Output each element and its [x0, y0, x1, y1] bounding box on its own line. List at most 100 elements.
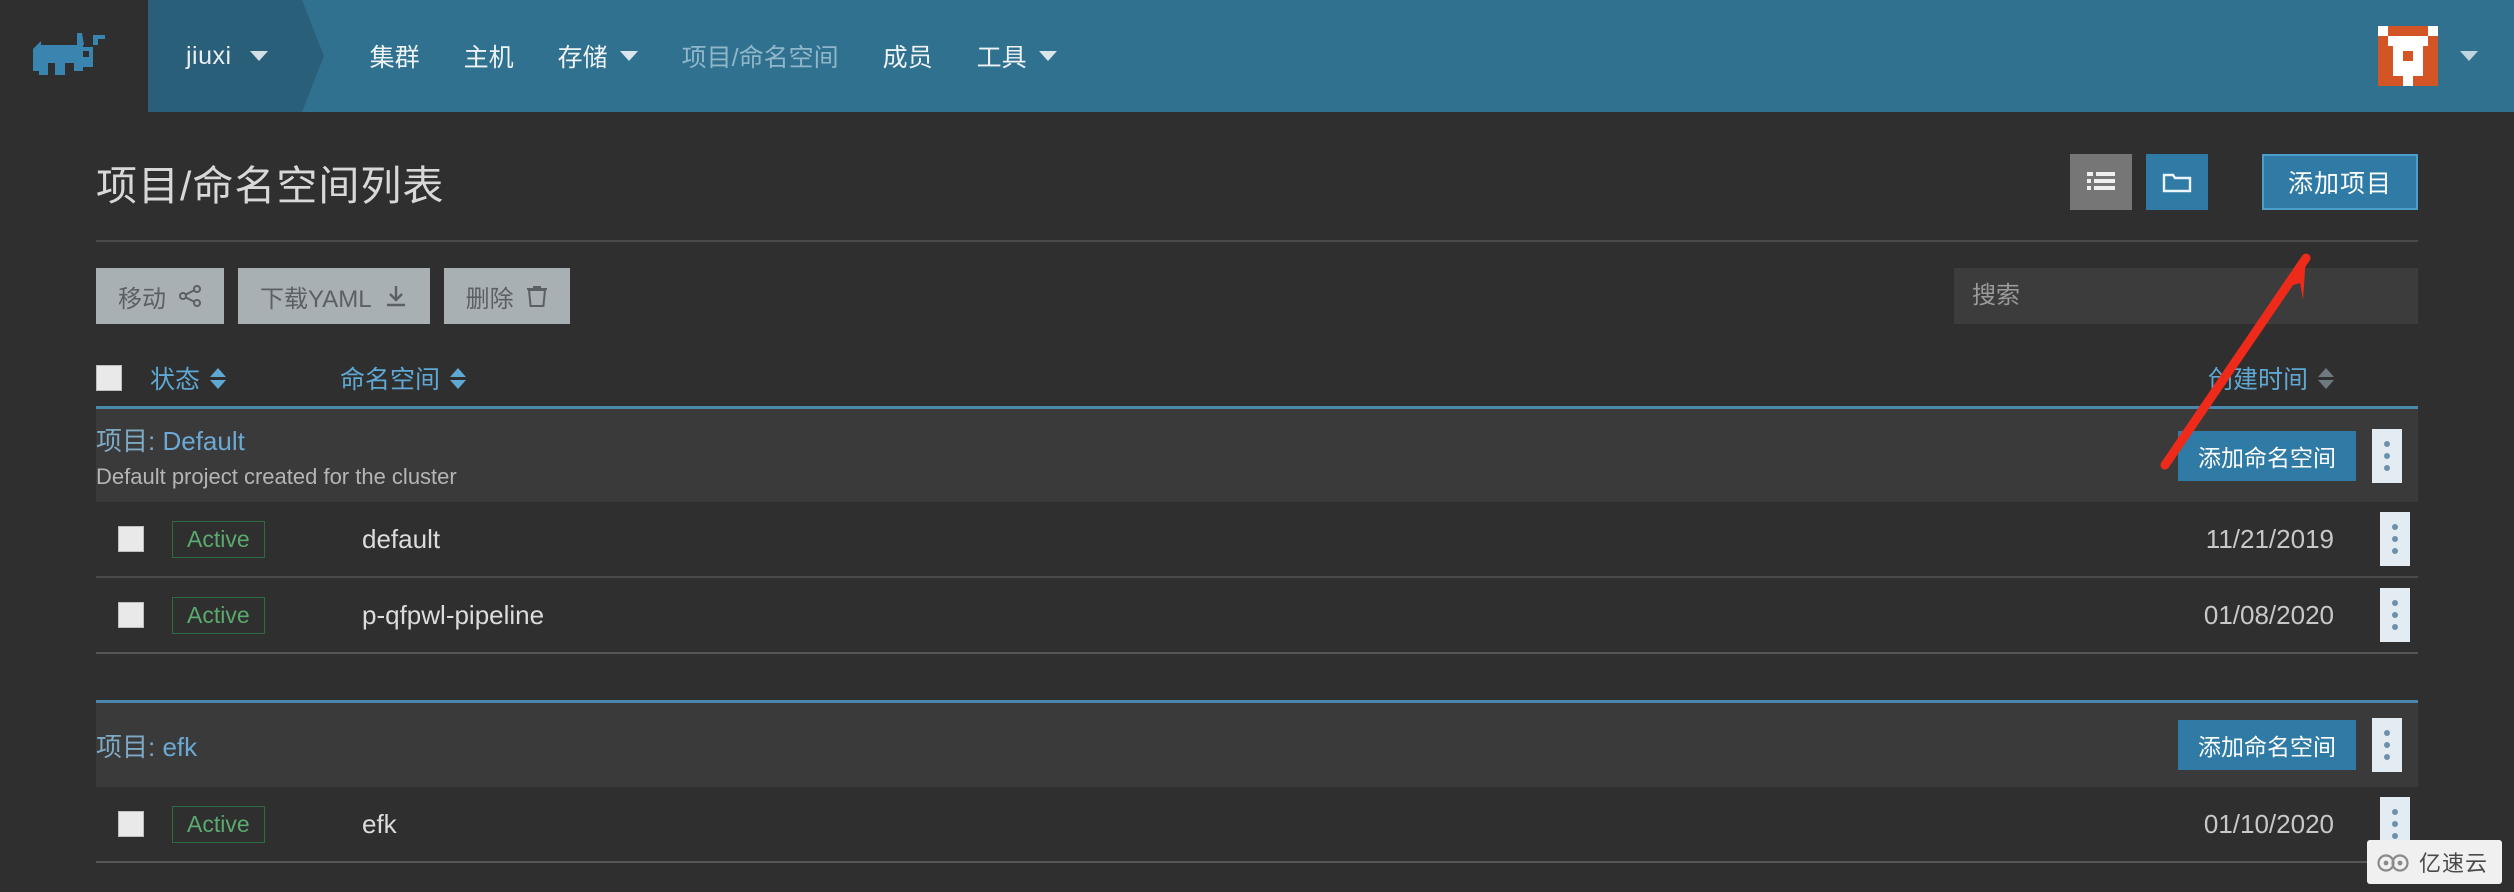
watermark: 亿速云 — [2366, 840, 2502, 884]
row-checkbox[interactable] — [118, 526, 144, 552]
download-icon — [386, 286, 405, 307]
table-row[interactable]: Active default 11/21/2019 — [96, 502, 2418, 578]
row-namespace-name[interactable]: p-qfpwl-pipeline — [362, 600, 2004, 631]
table-row[interactable]: Active efk 01/10/2020 — [96, 787, 2418, 863]
kebab-menu-icon[interactable] — [2380, 588, 2410, 642]
nav-item-label: 项目/命名空间 — [681, 44, 839, 72]
app-logo[interactable] — [0, 0, 148, 112]
top-header: jiuxi 集群 主机 存储 项目/命名空间 成员 工具 — [0, 0, 2514, 112]
row-menu-cell — [2334, 588, 2410, 642]
main-navbar: jiuxi 集群 主机 存储 项目/命名空间 成员 工具 — [148, 0, 2514, 112]
project-group-actions: 添加命名空间 — [2178, 428, 2410, 483]
nav-item-storage[interactable]: 存储 — [536, 38, 660, 74]
project-group-label: 项目: — [96, 426, 156, 456]
list-view-toggle[interactable] — [2069, 154, 2132, 210]
cluster-context-switcher[interactable]: jiuxi — [148, 0, 302, 112]
status-badge: Active — [172, 596, 265, 634]
cluster-context-label: jiuxi — [186, 41, 232, 70]
project-group-label: 项目: — [96, 731, 156, 762]
watermark-text: 亿速云 — [2418, 851, 2488, 876]
column-header-status-label: 状态 — [150, 366, 201, 394]
download-yaml-button[interactable]: 下载YAML — [238, 268, 430, 324]
chevron-down-icon — [619, 51, 638, 61]
search-input[interactable] — [1954, 268, 2418, 324]
status-badge: Active — [172, 805, 265, 843]
column-header-namespace-label: 命名空间 — [340, 366, 441, 394]
chevron-down-icon — [249, 51, 268, 61]
kebab-menu-icon[interactable] — [2372, 718, 2402, 772]
project-group-header: 项目: Default Default project created for … — [96, 409, 2418, 502]
project-group-name: Default — [162, 426, 245, 456]
project-group-title[interactable]: 项目: efk — [96, 727, 197, 764]
select-all-checkbox[interactable] — [96, 365, 122, 391]
row-status-cell: Active — [172, 805, 362, 843]
nav-item-label: 工具 — [976, 44, 1027, 72]
nav-item-members[interactable]: 成员 — [861, 38, 955, 74]
app-root: jiuxi 集群 主机 存储 项目/命名空间 成员 工具 项目/命名空间列表 添… — [0, 0, 2514, 892]
project-group-actions: 添加命名空间 — [2178, 718, 2410, 772]
add-project-button[interactable]: 添加项目 — [2261, 154, 2418, 210]
project-group: 项目: efk 添加命名空间 Active efk 01/10/2020 — [96, 700, 2418, 863]
sort-toggle-icon[interactable] — [450, 367, 467, 389]
table-header-row: 状态 命名空间 创建时间 — [96, 350, 2418, 406]
move-button[interactable]: 移动 — [96, 268, 224, 324]
add-namespace-button[interactable]: 添加命名空间 — [2178, 720, 2356, 770]
row-checkbox[interactable] — [118, 811, 144, 837]
row-created-date: 01/10/2020 — [2203, 808, 2334, 839]
kebab-menu-icon[interactable] — [2372, 428, 2402, 483]
select-all-cell — [96, 365, 150, 391]
row-checkbox[interactable] — [118, 602, 144, 628]
sort-toggle-icon[interactable] — [2318, 367, 2334, 389]
add-namespace-button[interactable]: 添加命名空间 — [2178, 430, 2356, 481]
header-user-area — [2378, 0, 2514, 112]
column-header-created-label: 创建时间 — [2207, 366, 2308, 394]
row-select-cell — [118, 526, 172, 552]
sort-toggle-icon[interactable] — [210, 367, 227, 389]
project-group-title[interactable]: 项目: Default — [96, 421, 457, 458]
cloud-icon — [2377, 854, 2409, 872]
row-namespace-name[interactable]: efk — [362, 809, 2004, 840]
row-status-cell: Active — [172, 596, 362, 634]
nav-items: 集群 主机 存储 项目/命名空间 成员 工具 — [302, 0, 1079, 112]
page-title: 项目/命名空间列表 — [96, 163, 445, 209]
row-created-date: 11/21/2019 — [2205, 523, 2334, 554]
nav-item-label: 成员 — [882, 44, 933, 72]
list-view-icon — [2086, 172, 2115, 190]
nav-item-tools[interactable]: 工具 — [955, 38, 1079, 74]
nav-item-clusters[interactable]: 集群 — [348, 38, 442, 74]
delete-button[interactable]: 删除 — [443, 268, 570, 324]
user-avatar-identicon[interactable] — [2378, 26, 2438, 86]
row-menu-cell — [2334, 512, 2410, 566]
nav-item-label: 集群 — [369, 44, 420, 72]
nav-item-projects-namespaces[interactable]: 项目/命名空间 — [660, 38, 861, 74]
project-group-info: 项目: Default Default project created for … — [96, 421, 457, 490]
project-group-name: efk — [162, 731, 198, 762]
project-group-header: 项目: efk 添加命名空间 — [96, 703, 2418, 787]
row-namespace-name[interactable]: default — [362, 524, 2004, 555]
project-group: 项目: Default Default project created for … — [96, 406, 2418, 654]
move-button-label: 移动 — [118, 285, 166, 313]
folder-view-icon — [2162, 173, 2192, 193]
row-created-date: 01/08/2020 — [2203, 599, 2334, 630]
row-select-cell — [118, 602, 172, 628]
column-header-status[interactable]: 状态 — [150, 360, 340, 396]
folder-view-toggle[interactable] — [2145, 154, 2208, 210]
project-group-description: Default project created for the cluster — [96, 464, 457, 489]
kebab-menu-icon[interactable] — [2380, 512, 2410, 566]
share-nodes-icon — [179, 285, 201, 307]
status-badge: Active — [172, 520, 265, 558]
chevron-down-icon[interactable] — [2460, 51, 2478, 61]
table-row[interactable]: Active p-qfpwl-pipeline 01/08/2020 — [96, 578, 2418, 654]
rancher-cow-logo-icon — [33, 33, 105, 75]
row-select-cell — [118, 811, 172, 837]
nav-item-hosts[interactable]: 主机 — [442, 38, 536, 74]
page-header: 项目/命名空间列表 添加项目 — [0, 130, 2514, 234]
column-header-namespace[interactable]: 命名空间 — [340, 360, 2004, 396]
trash-icon — [526, 286, 547, 307]
column-header-created[interactable]: 创建时间 — [2004, 360, 2334, 396]
page-header-actions: 添加项目 — [2069, 154, 2418, 210]
download-yaml-label: 下载YAML — [260, 285, 372, 313]
chevron-down-icon — [1038, 51, 1057, 61]
projects-namespaces-table: 状态 命名空间 创建时间 项目: Default Default project… — [96, 350, 2418, 863]
